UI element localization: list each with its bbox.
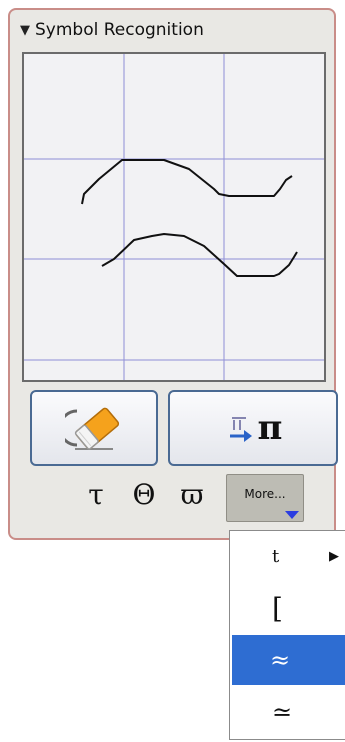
dropdown-arrow-icon <box>285 511 299 519</box>
suggestion-tau[interactable]: τ <box>72 478 120 511</box>
collapse-triangle-icon[interactable]: ▼ <box>20 23 30 38</box>
suggestion-theta[interactable]: Θ <box>120 478 168 511</box>
submenu-arrow-icon: ▶ <box>329 548 339 564</box>
convert-content: π <box>224 408 283 448</box>
menu-item-label: ≈ <box>270 646 291 674</box>
panel-header[interactable]: ▼ Symbol Recognition <box>10 10 334 50</box>
converted-symbol-preview: π <box>257 408 283 448</box>
eraser-icon <box>65 407 120 450</box>
suggestion-varpi[interactable]: ϖ <box>168 478 216 511</box>
menu-item-approx[interactable]: ≈ <box>232 635 345 685</box>
convert-to-symbol-button[interactable]: π <box>168 390 338 466</box>
menu-item-label: t <box>272 545 280 567</box>
more-symbols-menu: t ▶ [ ≈ ≃ <box>229 530 345 740</box>
menu-item-label: ≃ <box>272 698 293 726</box>
ink-stroke-upper <box>81 159 293 205</box>
more-label: More... <box>244 487 286 501</box>
menu-item-label: [ <box>272 591 283 625</box>
erase-button[interactable] <box>30 390 158 466</box>
panel-title: Symbol Recognition <box>35 20 204 40</box>
menu-item-t[interactable]: t ▶ <box>234 531 345 581</box>
symbol-suggestions: τ Θ ϖ <box>72 478 216 511</box>
handwriting-to-symbol-icon <box>229 417 252 442</box>
handwriting-canvas[interactable] <box>22 52 326 382</box>
handwriting-grid <box>24 54 324 380</box>
menu-item-asymp[interactable]: ≃ <box>234 687 345 737</box>
menu-item-bracket[interactable]: [ <box>234 583 345 633</box>
more-suggestions-button[interactable]: More... <box>226 474 304 522</box>
ink-stroke-lower <box>101 233 298 277</box>
